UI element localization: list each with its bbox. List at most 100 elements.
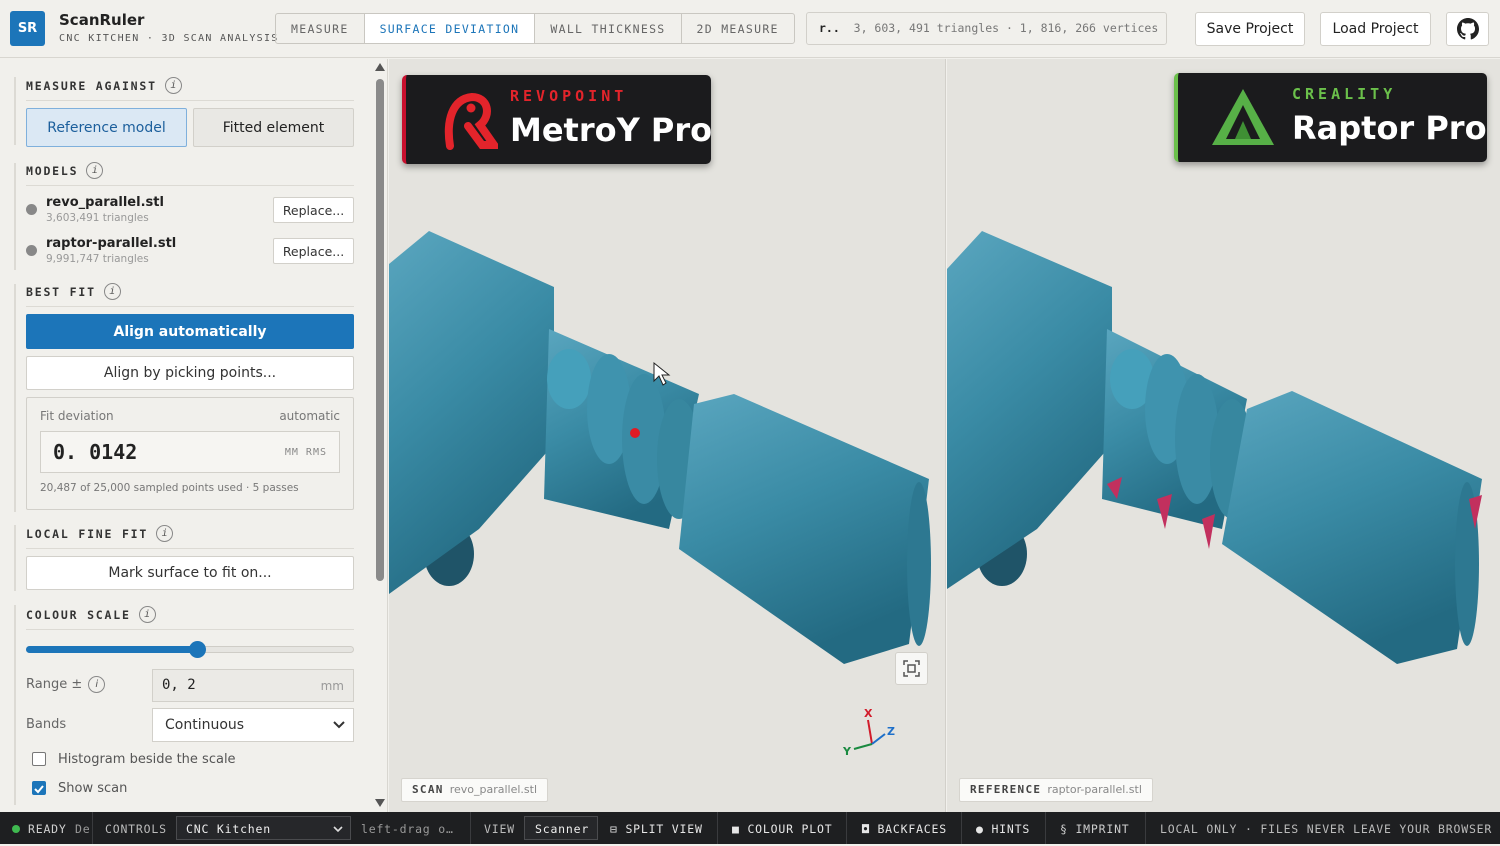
scrollbar-thumb[interactable] [376,79,384,581]
section-guide-line [14,605,16,805]
controls-value: CNC Kitchen [186,822,271,836]
scan-part-shape [389,231,931,664]
colour-scale-section: COLOUR SCALE i [26,606,156,623]
hints-icon: ● [976,822,992,836]
save-project-button[interactable]: Save Project [1195,12,1305,46]
scan-file-name: revo_parallel.stl [449,783,538,796]
bands-label: Bands [26,717,67,732]
section-guide-line [14,525,16,591]
colour-range-slider[interactable] [26,641,354,658]
slider-thumb[interactable] [188,641,206,658]
reference-viewport[interactable]: CREALITY Raptor Pro REFERENCE raptor-para… [947,59,1500,812]
mesh-stats-text: 3, 603, 491 triangles · 1, 816, 266 vert… [853,21,1159,35]
model-status-dot [26,204,37,215]
colour-plot-toggle[interactable]: ■ COLOUR PLOT [732,812,832,844]
colour-scale-title: COLOUR SCALE [26,607,131,622]
reference-part-shape [947,231,1482,664]
section-guide-line [14,163,16,270]
axis-y-label: Y [842,745,852,758]
creality-brand-badge: CREALITY Raptor Pro [1174,73,1487,162]
controls-select[interactable]: CNC Kitchen [176,816,351,840]
replace-model-button[interactable]: Replace... [273,197,354,223]
backfaces-toggle[interactable]: ◘ BACKFACES [862,812,947,844]
show-scan-checkbox[interactable] [32,781,46,795]
revopoint-brand-line: REVOPOINT [510,87,628,105]
measure-against-title: MEASURE AGAINST [26,78,157,93]
mark-surface-button[interactable]: Mark surface to fit on... [26,556,354,590]
split-view-toggle[interactable]: ⊟ SPLIT VIEW [610,812,703,844]
app-header: SR ScanRuler CNC KITCHEN · 3D SCAN ANALY… [0,0,1500,58]
tab-surface-deviation[interactable]: SURFACE DEVIATION [364,14,536,43]
range-value: 0, 2 [162,677,196,693]
view-label: VIEW [484,822,515,836]
scroll-up-icon[interactable] [375,63,385,71]
show-scan-label: Show scan [58,781,128,796]
fit-deviation-value: 0. 0142 [53,440,138,464]
fit-view-button[interactable] [895,652,928,685]
histogram-label: Histogram beside the scale [58,752,236,767]
align-automatically-button[interactable]: Align automatically [26,314,354,349]
mode-tabs: MEASURE SURFACE DEVIATION WALL THICKNESS… [275,13,795,44]
backfaces-label: BACKFACES [877,822,947,836]
range-unit: mm [320,679,344,693]
model-name: revo_parallel.stl [46,195,164,210]
divider [1145,812,1146,844]
divider [26,548,354,549]
hints-toggle[interactable]: ● HINTS [976,812,1030,844]
sidebar-scrollbar[interactable] [374,63,386,808]
local-only-notice: LOCAL ONLY · FILES NEVER LEAVE YOUR BROW… [1160,822,1493,836]
mesh-stats-name: r.. [819,21,840,35]
axis-triad: X Y Z [842,707,895,758]
range-input[interactable]: 0, 2 mm [152,669,354,702]
bands-value: Continuous [165,717,245,733]
axis-y-line [853,743,873,750]
info-icon[interactable]: i [156,525,174,542]
sidebar: MEASURE AGAINST i Reference model Fitted… [0,59,388,812]
creality-logo-icon [1212,89,1274,145]
info-icon[interactable]: i [88,676,106,693]
tab-2d-measure[interactable]: 2D MEASURE [682,14,794,43]
info-icon[interactable]: i [138,606,156,623]
align-by-points-button[interactable]: Align by picking points... [26,356,354,390]
reference-model-option[interactable]: Reference model [26,108,187,147]
load-project-button[interactable]: Load Project [1320,12,1431,46]
slider-fill [26,646,197,653]
best-fit-title: BEST FIT [26,284,96,299]
status-bar: READY De CONTROLS CNC Kitchen left-drag … [0,812,1500,844]
app-subtitle: CNC KITCHEN · 3D SCAN ANALYSIS [59,33,279,44]
model-name: raptor-parallel.stl [46,236,177,251]
tab-wall-thickness[interactable]: WALL THICKNESS [535,14,682,43]
reference-file-name: raptor-parallel.stl [1047,783,1142,796]
scroll-down-icon[interactable] [375,799,385,807]
app-title: ScanRuler [59,11,145,29]
mesh-stats: r.. 3, 603, 491 triangles · 1, 816, 266 … [806,12,1167,45]
imprint-link[interactable]: § IMPRINT [1060,812,1130,844]
status-indicator-dot [12,825,20,833]
hints-label: HINTS [991,822,1031,836]
tab-measure[interactable]: MEASURE [276,14,365,43]
github-button[interactable] [1446,12,1489,46]
bands-select[interactable]: Continuous [152,708,354,742]
scan-model-render[interactable] [389,59,946,812]
colour-plot-icon: ■ [732,822,748,836]
info-icon[interactable]: i [103,283,121,300]
info-icon[interactable]: i [164,77,182,94]
revopoint-brand-badge: REVOPOINT MetroY Pro [402,75,712,164]
axis-z-line [871,733,886,745]
colour-plot-label: COLOUR PLOT [747,822,833,836]
reference-model-render[interactable] [947,59,1500,812]
imprint-label: IMPRINT [1075,822,1130,836]
best-fit-section: BEST FIT i [26,283,121,300]
fit-deviation-readout: 0. 0142 MM RMS [40,431,340,473]
fitted-element-option[interactable]: Fitted element [193,108,354,147]
info-icon[interactable]: i [86,162,104,179]
scan-viewport[interactable]: REVOPOINT MetroY Pro X Y Z SCAN revo_para… [389,59,946,812]
divider [1045,812,1046,844]
creality-product-name: Raptor Pro [1292,109,1487,147]
histogram-checkbox[interactable] [32,752,46,766]
focus-frame-icon [903,660,920,677]
reference-tag: REFERENCE [970,783,1042,796]
view-select[interactable]: Scanner [524,816,598,840]
replace-model-button[interactable]: Replace... [273,238,354,264]
divider [846,812,847,844]
